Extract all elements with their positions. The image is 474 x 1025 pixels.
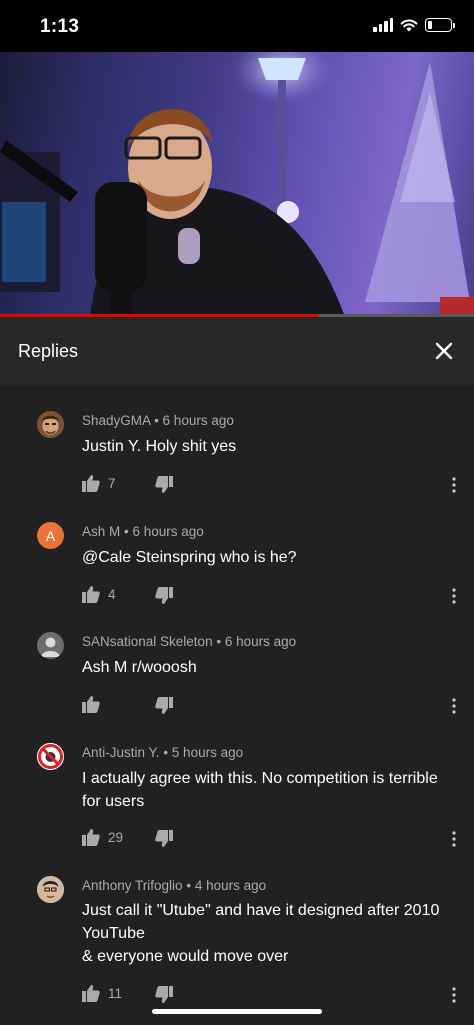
thumbs-up-icon: [82, 829, 100, 846]
comment-author[interactable]: SANsational Skeleton: [82, 634, 213, 649]
home-indicator[interactable]: [152, 1009, 322, 1014]
comment-text-line: & everyone would move over: [82, 948, 289, 965]
comment-text: Justin Y. Holy shit yes: [82, 435, 452, 458]
thumbs-down-icon: [155, 830, 173, 847]
meta-separator: •: [163, 745, 172, 760]
avatar-letter: A: [45, 527, 56, 544]
thumbs-down-icon: [155, 587, 173, 604]
avatar[interactable]: [37, 632, 64, 659]
close-icon[interactable]: [432, 339, 456, 363]
comment-text-line: Just call it "Utube" and have it designe…: [82, 902, 440, 919]
cellular-signal-icon: [373, 18, 393, 32]
status-icons: [373, 18, 455, 32]
comment-timestamp[interactable]: 4 hours ago: [195, 878, 266, 893]
video-player[interactable]: [0, 52, 474, 317]
comment-text-line: @Cale Steinspring who is he?: [82, 549, 297, 566]
thumbs-down-icon: [155, 986, 173, 1003]
comment-text: Just call it "Utube" and have it designe…: [82, 899, 452, 968]
dislike-button[interactable]: [155, 587, 173, 609]
meta-separator: •: [186, 878, 195, 893]
comment-text: Ash M r/wooosh: [82, 656, 452, 679]
more-vertical-icon[interactable]: [444, 475, 464, 495]
thumbs-up-icon: [82, 696, 100, 713]
comment-timestamp[interactable]: 6 hours ago: [133, 524, 204, 539]
like-button[interactable]: [82, 696, 108, 713]
status-time: 1:13: [40, 16, 80, 37]
thumbs-down-icon: [155, 476, 173, 493]
comment-text-line: YouTube: [82, 925, 145, 942]
like-count: 4: [108, 587, 116, 602]
more-vertical-icon[interactable]: [444, 829, 464, 849]
avatar-face-icon: [37, 876, 64, 903]
comment-timestamp[interactable]: 5 hours ago: [172, 745, 243, 760]
battery-icon: [425, 18, 455, 32]
comment-text-line: Ash M r/wooosh: [82, 659, 197, 676]
avatar[interactable]: A: [37, 522, 64, 549]
comment-author[interactable]: ShadyGMA: [82, 413, 150, 428]
comment-text: @Cale Steinspring who is he?: [82, 546, 452, 569]
comment-meta: Anti-Justin Y. • 5 hours ago: [82, 745, 243, 760]
like-button[interactable]: 7: [82, 475, 116, 492]
more-vertical-icon[interactable]: [444, 985, 464, 1005]
avatar[interactable]: [37, 743, 64, 770]
avatar[interactable]: [37, 411, 64, 438]
comment-text-line: for users: [82, 793, 145, 810]
dislike-button[interactable]: [155, 986, 173, 1008]
like-button[interactable]: 4: [82, 586, 116, 603]
like-count: 7: [108, 476, 116, 491]
comment-actions: 7: [82, 475, 462, 495]
like-count: 11: [108, 986, 123, 1001]
more-vertical-icon[interactable]: [444, 696, 464, 716]
comment-text-line: I actually agree with this. No competiti…: [82, 770, 438, 787]
thumbs-up-icon: [82, 475, 100, 492]
avatar[interactable]: [37, 876, 64, 903]
like-button[interactable]: 11: [82, 985, 122, 1002]
no-symbol-avatar-icon: [37, 743, 64, 770]
video-frame: [0, 52, 474, 317]
meta-separator: •: [124, 524, 133, 539]
more-vertical-icon[interactable]: [444, 586, 464, 606]
like-count: 29: [108, 830, 124, 845]
wifi-icon: [400, 19, 418, 32]
comment-author[interactable]: Anthony Trifoglio: [82, 878, 183, 893]
comment-timestamp[interactable]: 6 hours ago: [163, 413, 234, 428]
comment-meta: Ash M • 6 hours ago: [82, 524, 204, 539]
comment-actions: 11: [82, 985, 462, 1005]
comment-meta: ShadyGMA • 6 hours ago: [82, 413, 234, 428]
like-button[interactable]: 29: [82, 829, 123, 846]
comment-actions: [82, 696, 462, 716]
dislike-button[interactable]: [155, 697, 173, 719]
comment-author[interactable]: Anti-Justin Y.: [82, 745, 160, 760]
comment-meta: Anthony Trifoglio • 4 hours ago: [82, 878, 266, 893]
replies-title: Replies: [18, 341, 79, 361]
comment-actions: 29: [82, 829, 462, 849]
comment-timestamp[interactable]: 6 hours ago: [225, 634, 296, 649]
default-user-icon: [41, 637, 60, 657]
comment-author[interactable]: Ash M: [82, 524, 120, 539]
comment-text: I actually agree with this. No competiti…: [82, 767, 452, 813]
meta-separator: •: [216, 634, 225, 649]
replies-header: Replies: [0, 317, 474, 385]
comment-text-line: Justin Y. Holy shit yes: [82, 438, 237, 455]
comment-actions: 4: [82, 586, 462, 606]
meta-separator: •: [154, 413, 163, 428]
dislike-button[interactable]: [155, 476, 173, 498]
avatar-face-icon: [37, 411, 64, 438]
thumbs-down-icon: [155, 697, 173, 714]
thumbs-up-icon: [82, 985, 100, 1002]
status-bar: 1:13: [0, 0, 474, 52]
thumbs-up-icon: [82, 586, 100, 603]
comment-meta: SANsational Skeleton • 6 hours ago: [82, 634, 296, 649]
dislike-button[interactable]: [155, 830, 173, 852]
